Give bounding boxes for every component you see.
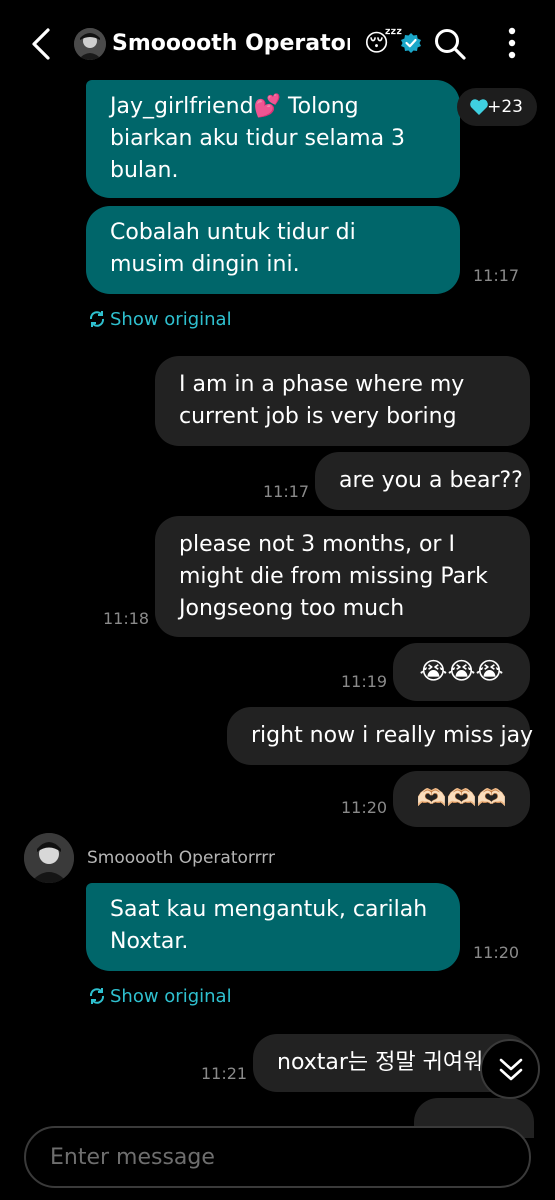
message-timestamp: 11:20 — [341, 798, 388, 817]
more-options-button[interactable] — [494, 24, 530, 64]
message-bubble-incoming[interactable]: Cobalah untuk tidur di musim dingin ini. — [86, 206, 460, 294]
sender-avatar[interactable] — [24, 833, 74, 883]
message-bubble-outgoing[interactable]: please not 3 months, or I might die from… — [155, 516, 530, 637]
verified-badge-icon — [400, 32, 422, 54]
chat-title[interactable]: Smooooth Operator... — [112, 28, 350, 60]
show-original-link[interactable]: Show original — [88, 985, 232, 1009]
chat-header: Smooooth Operator... 😴 — [0, 0, 555, 88]
message-timestamp: 11:17 — [263, 482, 310, 501]
message-timestamp: 11:20 — [473, 943, 520, 962]
search-button[interactable] — [432, 26, 468, 62]
back-button[interactable] — [22, 26, 62, 62]
header-avatar[interactable] — [74, 28, 106, 60]
message-text: right now i really miss jay — [251, 723, 534, 748]
translate-icon — [89, 311, 105, 327]
chat-screen: Smooooth Operator... 😴 Jay_girlfriend💕 T… — [0, 0, 555, 1200]
message-bubble-incoming[interactable]: Saat kau mengantuk, carilah Noxtar. — [86, 883, 460, 971]
message-text: 😭😭😭 — [419, 657, 504, 685]
sleepy-emoji-icon: 😴 — [364, 29, 403, 57]
scroll-to-bottom-button[interactable] — [480, 1039, 540, 1099]
message-timestamp: 11:21 — [201, 1064, 248, 1083]
search-icon — [435, 29, 466, 60]
message-bubble-outgoing[interactable]: right now i really miss jay — [227, 707, 534, 765]
message-bubble-outgoing[interactable]: 😭😭😭 — [393, 643, 530, 701]
sender-name: Smooooth Operatorrrr — [87, 848, 275, 868]
reaction-badge[interactable]: +23 — [457, 88, 537, 126]
translate-icon — [89, 988, 105, 1004]
message-timestamp: 11:19 — [341, 672, 388, 691]
message-bubble-incoming[interactable]: Jay_girlfriend💕 Tolong biarkan aku tidur… — [86, 80, 460, 198]
message-bubble-outgoing[interactable]: are you a bear?? — [315, 452, 530, 510]
message-text: are you a bear?? — [339, 468, 523, 493]
show-original-link[interactable]: Show original — [88, 308, 232, 332]
message-input[interactable] — [50, 1128, 500, 1186]
message-text: Cobalah untuk tidur di musim dingin ini. — [110, 220, 356, 277]
message-timestamp: 11:18 — [103, 609, 150, 628]
message-text: 🫶🏻🫶🏻🫶🏻 — [416, 784, 507, 812]
message-composer — [24, 1126, 531, 1188]
show-original-label: Show original — [110, 986, 232, 1007]
message-text: I am in a phase where my current job is … — [179, 372, 465, 429]
message-text: noxtar는 정말 귀여워 — [277, 1050, 484, 1075]
message-text: Saat kau mengantuk, carilah Noxtar. — [110, 897, 428, 954]
reaction-count: +23 — [487, 97, 523, 117]
more-vertical-icon — [508, 27, 516, 59]
heart-icon — [470, 99, 488, 115]
message-bubble-outgoing[interactable]: 🫶🏻🫶🏻🫶🏻 — [393, 771, 530, 827]
message-text: please not 3 months, or I might die from… — [179, 532, 488, 621]
message-timestamp: 11:17 — [473, 266, 520, 285]
message-text: Jay_girlfriend💕 Tolong biarkan aku tidur… — [110, 94, 406, 183]
back-arrow-icon — [32, 28, 50, 60]
double-chevron-down-icon — [499, 1058, 523, 1081]
message-bubble-outgoing[interactable]: I am in a phase where my current job is … — [155, 356, 530, 446]
show-original-label: Show original — [110, 309, 232, 330]
